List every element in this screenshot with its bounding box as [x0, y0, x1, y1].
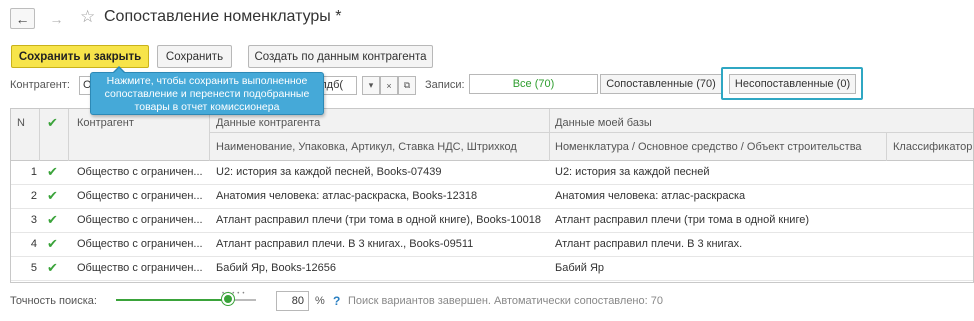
- dropdown-icon[interactable]: ▾: [362, 76, 380, 95]
- forward-arrow-icon[interactable]: →: [44, 8, 69, 29]
- back-arrow-icon[interactable]: ←: [10, 8, 35, 29]
- row-counterparty: Общество с ограничен...: [77, 214, 203, 226]
- help-icon[interactable]: ?: [333, 294, 340, 308]
- row-number: 5: [30, 262, 37, 274]
- row-number: 4: [30, 238, 37, 250]
- row-counterparty: Общество с ограничен...: [77, 238, 203, 250]
- records-label: Записи:: [425, 79, 465, 91]
- header-counterparty[interactable]: Контрагент: [77, 117, 134, 129]
- table-row[interactable]: 4 ✔ Общество с ограничен... Атлант распр…: [11, 233, 973, 257]
- row-cp-data: U2: история за каждой песней, Books-0743…: [216, 166, 442, 178]
- row-my-data[interactable]: Атлант расправил плечи (три тома в одной…: [555, 214, 895, 226]
- precision-label: Точность поиска:: [10, 295, 97, 307]
- table-row[interactable]: 5 ✔ Общество с ограничен... Бабий Яр, Bo…: [11, 257, 973, 281]
- row-cp-data: Атлант расправил плечи. В 3 книгах., Boo…: [216, 238, 474, 250]
- precision-slider-thumb[interactable]: [222, 293, 234, 305]
- matched-check-icon: ✔: [47, 164, 58, 179]
- mapping-table: N ✔ Контрагент Данные контрагента Наимен…: [10, 108, 974, 283]
- header-cp-data[interactable]: Данные контрагента: [216, 117, 320, 129]
- table-row[interactable]: 2 ✔ Общество с ограничен... Анатомия чел…: [11, 185, 973, 209]
- column-divider: [549, 109, 550, 161]
- clear-icon[interactable]: ×: [380, 76, 398, 95]
- matched-check-icon: ✔: [47, 260, 58, 275]
- percent-label: %: [315, 295, 325, 307]
- row-number: 2: [30, 190, 37, 202]
- save-and-close-button[interactable]: Сохранить и закрыть: [11, 45, 149, 68]
- create-from-counterparty-button[interactable]: Создать по данным контрагента: [248, 45, 433, 68]
- row-cp-data: Атлант расправил плечи (три тома в одной…: [216, 214, 541, 226]
- row-my-data[interactable]: Анатомия человека: атлас-раскраска: [555, 190, 895, 202]
- row-cp-data: Анатомия человека: атлас-раскраска, Book…: [216, 190, 478, 202]
- matched-check-icon: ✔: [47, 212, 58, 227]
- row-counterparty: Общество с ограничен...: [77, 262, 203, 274]
- header-classifier[interactable]: Классификатор: [893, 141, 972, 153]
- status-text: Поиск вариантов завершен. Автоматически …: [348, 295, 663, 307]
- column-divider: [209, 109, 210, 161]
- favorite-star-icon[interactable]: ☆: [80, 7, 95, 27]
- precision-slider-fill: [116, 299, 228, 301]
- column-divider: [68, 109, 69, 161]
- header-divider: [210, 132, 973, 133]
- row-counterparty: Общество с ограничен...: [77, 166, 203, 178]
- footer: Точность поиска: ••••• 80 % ? Поиск вари…: [0, 285, 974, 321]
- row-counterparty: Общество с ограничен...: [77, 190, 203, 202]
- column-divider: [39, 109, 40, 161]
- filter-all-button[interactable]: Все (70): [469, 74, 598, 94]
- table-row[interactable]: 3 ✔ Общество с ограничен... Атлант распр…: [11, 209, 973, 233]
- row-my-data[interactable]: Бабий Яр: [555, 262, 895, 274]
- open-icon[interactable]: ⧉: [398, 76, 416, 95]
- title-bar: ← → ☆ Сопоставление номенклатуры *: [0, 0, 974, 38]
- header-check-icon[interactable]: ✔: [47, 115, 58, 131]
- counterparty-label: Контрагент:: [10, 79, 70, 91]
- save-close-tooltip: Нажмите, чтобы сохранить выполненное соп…: [90, 72, 324, 115]
- header-n[interactable]: N: [17, 117, 25, 129]
- tooltip-arrow-fill: [113, 68, 125, 74]
- column-divider: [886, 132, 887, 161]
- matched-check-icon: ✔: [47, 188, 58, 203]
- unmatched-highlight-frame: [721, 67, 863, 100]
- save-button[interactable]: Сохранить: [157, 45, 232, 68]
- row-number: 3: [30, 214, 37, 226]
- row-number: 1: [30, 166, 37, 178]
- row-my-data[interactable]: U2: история за каждой песней: [555, 166, 895, 178]
- header-my-data[interactable]: Данные моей базы: [555, 117, 652, 129]
- header-my-data-sub[interactable]: Номенклатура / Основное средство / Объек…: [555, 141, 862, 153]
- matched-check-icon: ✔: [47, 236, 58, 251]
- table-header: N ✔ Контрагент Данные контрагента Наимен…: [11, 109, 973, 161]
- row-cp-data: Бабий Яр, Books-12656: [216, 262, 336, 274]
- precision-input[interactable]: 80: [276, 291, 309, 311]
- page-title: Сопоставление номенклатуры *: [104, 8, 342, 25]
- filter-matched-button[interactable]: Сопоставленные (70): [600, 74, 722, 94]
- table-row[interactable]: 1 ✔ Общество с ограничен... U2: история …: [11, 161, 973, 185]
- row-my-data[interactable]: Атлант расправил плечи. В 3 книгах.: [555, 238, 895, 250]
- header-cp-data-sub[interactable]: Наименование, Упаковка, Артикул, Ставка …: [216, 141, 517, 153]
